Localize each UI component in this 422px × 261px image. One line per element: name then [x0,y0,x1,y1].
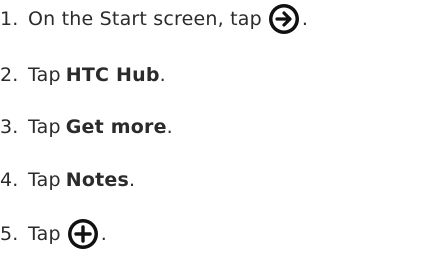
step-1: 1. On the Start screen, tap . [0,2,308,36]
plus-circle-icon [67,218,99,250]
step-number: 1. [0,8,19,30]
step-suffix: . [159,64,166,86]
arrow-right-circle-icon [268,3,300,35]
step-2: 2. Tap HTC Hub . [0,58,166,92]
step-number: 4. [0,169,19,191]
step-text: Tap [28,223,61,245]
step-text: Tap [28,169,61,191]
step-number: 2. [0,64,19,86]
step-text: Tap [28,64,61,86]
step-target-label: HTC Hub [65,64,160,86]
step-4: 4. Tap Notes . [0,163,135,197]
step-3: 3. Tap Get more . [0,110,173,144]
step-5: 5. Tap . [0,217,107,251]
step-text: Tap [28,116,61,138]
step-suffix: . [301,8,309,30]
step-number: 5. [0,223,19,245]
step-suffix: . [129,169,136,191]
step-suffix: . [166,116,173,138]
step-suffix: . [100,223,108,245]
step-text: On the Start screen, tap [28,8,262,30]
step-target-label: Get more [65,116,167,138]
step-number: 3. [0,116,19,138]
step-target-label: Notes [65,169,129,191]
